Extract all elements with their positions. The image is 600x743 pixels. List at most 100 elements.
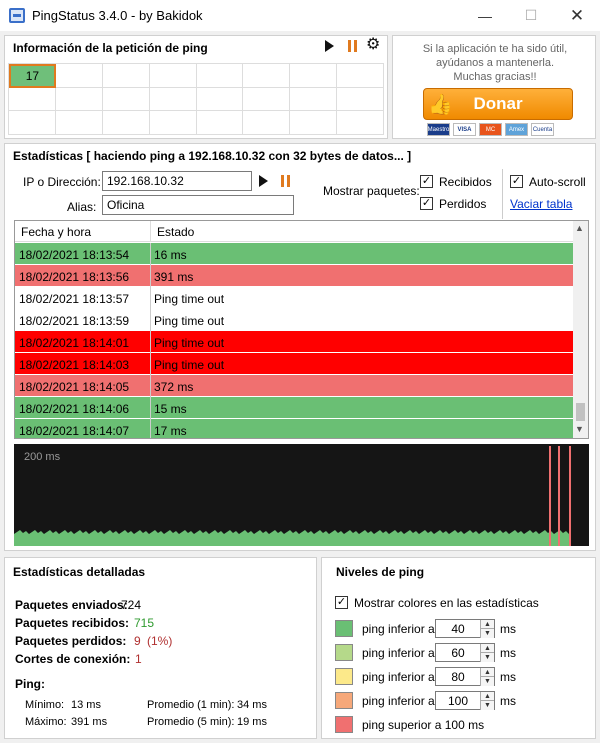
lost-packets-label: Paquetes perdidos: <box>15 634 127 648</box>
scroll-down-icon[interactable]: ▼ <box>575 424 584 434</box>
ping-grid-cell <box>290 111 338 135</box>
pause-icon[interactable] <box>348 40 357 52</box>
donate-button[interactable]: 👍 Donar <box>423 88 573 120</box>
row-separator <box>150 375 151 397</box>
level-color-swatch[interactable] <box>335 668 353 685</box>
level-threshold-value[interactable]: 100 <box>440 694 476 708</box>
ping-levels-panel: Niveles de ping ✓ Mostrar colores en las… <box>321 557 596 739</box>
play-icon[interactable] <box>325 40 334 52</box>
header-date[interactable]: Fecha y hora <box>21 225 91 239</box>
ping-grid-cell <box>337 87 384 112</box>
row-date: 18/02/2021 18:13:59 <box>19 314 130 328</box>
close-button[interactable]: ✕ <box>554 0 600 31</box>
level-threshold-value[interactable]: 40 <box>440 622 476 636</box>
level-color-swatch[interactable] <box>335 716 353 733</box>
lost-checkbox[interactable]: ✓ <box>420 197 433 210</box>
table-row[interactable]: 18/02/2021 18:14:03 Ping time out <box>15 353 573 375</box>
level-unit: ms <box>500 646 516 660</box>
level-threshold-stepper[interactable]: 100 ▲ ▼ <box>435 691 495 710</box>
donate-line-1: Si la aplicación te ha sido útil, <box>422 43 568 55</box>
header-state[interactable]: Estado <box>157 225 194 239</box>
level-threshold-stepper[interactable]: 80 ▲ ▼ <box>435 667 495 686</box>
clear-table-link[interactable]: Vaciar tabla <box>510 197 572 211</box>
ping-grid-cell <box>55 111 103 135</box>
scroll-up-icon[interactable]: ▲ <box>575 223 584 233</box>
table-row[interactable]: 18/02/2021 18:14:01 Ping time out <box>15 331 573 353</box>
table-row[interactable]: 18/02/2021 18:14:07 17 ms <box>15 419 573 438</box>
donate-button-label: Donar <box>473 94 523 113</box>
avg-1min-label: Promedio (1 min): <box>147 699 235 711</box>
level-label: ping inferior a <box>362 670 435 684</box>
table-row[interactable]: 18/02/2021 18:13:59 Ping time out <box>15 309 573 331</box>
ping-grid-cell <box>290 87 338 112</box>
table-row[interactable]: 18/02/2021 18:14:06 15 ms <box>15 397 573 419</box>
pause-ping-icon[interactable] <box>281 175 290 187</box>
start-ping-icon[interactable] <box>259 175 268 187</box>
ping-grid-cell <box>9 87 56 112</box>
level-color-swatch[interactable] <box>335 644 353 661</box>
detail-stats-panel: Estadísticas detalladas Paquetes enviado… <box>4 557 317 739</box>
level-threshold-value[interactable]: 80 <box>440 670 476 684</box>
ip-label: IP o Dirección: <box>23 175 101 189</box>
stepper-up-icon[interactable]: ▲ <box>480 644 494 653</box>
level-unit: ms <box>500 670 516 684</box>
stepper-up-icon[interactable]: ▲ <box>480 620 494 629</box>
row-state: 391 ms <box>154 270 194 284</box>
row-state: 372 ms <box>154 380 194 394</box>
connection-cuts-label: Cortes de conexión: <box>15 652 131 666</box>
ping-grid-cell <box>55 87 103 112</box>
alias-input[interactable] <box>102 195 294 215</box>
row-separator <box>150 331 151 353</box>
table-row[interactable]: 18/02/2021 18:13:54 16 ms <box>15 243 573 265</box>
minimize-button[interactable]: — <box>462 0 508 31</box>
table-row[interactable]: 18/02/2021 18:14:05 372 ms <box>15 375 573 397</box>
level-threshold-stepper[interactable]: 60 ▲ ▼ <box>435 643 495 662</box>
row-separator <box>150 265 151 287</box>
visa-card-icon: VISA <box>453 123 476 136</box>
autoscroll-checkbox[interactable]: ✓ <box>510 175 523 188</box>
show-colors-checkbox[interactable]: ✓ <box>335 596 348 609</box>
stepper-down-icon[interactable]: ▼ <box>480 701 494 710</box>
gear-icon[interactable]: ⚙ <box>366 36 380 54</box>
level-color-swatch[interactable] <box>335 620 353 637</box>
row-separator <box>150 353 151 375</box>
scroll-thumb[interactable] <box>576 403 585 421</box>
level-threshold-stepper[interactable]: 40 ▲ ▼ <box>435 619 495 638</box>
stats-title: Estadísticas [ haciendo ping a 192.168.1… <box>13 149 412 163</box>
maestro-card-icon: Maestro <box>427 123 450 136</box>
stepper-down-icon[interactable]: ▼ <box>480 629 494 638</box>
show-packets-label: Mostrar paquetes: <box>323 184 420 198</box>
ip-input[interactable] <box>102 171 252 191</box>
row-date: 18/02/2021 18:14:05 <box>19 380 130 394</box>
level-color-swatch[interactable] <box>335 692 353 709</box>
detail-stats-title: Estadísticas detalladas <box>13 565 146 579</box>
stepper-down-icon[interactable]: ▼ <box>480 653 494 662</box>
level-label: ping superior a 100 ms <box>362 718 485 732</box>
avg-1min-value: 34 ms <box>237 699 267 711</box>
row-separator <box>150 419 151 438</box>
row-separator <box>150 309 151 331</box>
header-separator <box>150 221 151 242</box>
ping-table[interactable]: Fecha y hora Estado 18/02/2021 18:13:54 1… <box>14 220 589 439</box>
graph-scale-label: 200 ms <box>24 451 61 463</box>
ping-grid-cell <box>149 111 197 135</box>
ping-grid-cell <box>243 111 291 135</box>
stepper-up-icon[interactable]: ▲ <box>480 692 494 701</box>
row-separator <box>150 243 151 265</box>
sent-label: Paquetes enviados: <box>15 598 128 612</box>
ping-grid-cell <box>290 64 338 88</box>
ping-grid-cell <box>196 111 244 135</box>
received-checkbox[interactable]: ✓ <box>420 175 433 188</box>
level-threshold-value[interactable]: 60 <box>440 646 476 660</box>
row-state: Ping time out <box>154 336 225 350</box>
stepper-down-icon[interactable]: ▼ <box>480 677 494 686</box>
stepper-up-icon[interactable]: ▲ <box>480 668 494 677</box>
maximize-button[interactable]: ☐ <box>508 0 554 31</box>
app-icon <box>9 8 25 23</box>
level-label: ping inferior a <box>362 622 435 636</box>
max-label: Máximo: <box>25 716 67 728</box>
stats-panel: Estadísticas [ haciendo ping a 192.168.1… <box>4 143 596 551</box>
level-label: ping inferior a <box>362 646 435 660</box>
table-row[interactable]: 18/02/2021 18:13:57 Ping time out <box>15 287 573 309</box>
table-row[interactable]: 18/02/2021 18:13:56 391 ms <box>15 265 573 287</box>
